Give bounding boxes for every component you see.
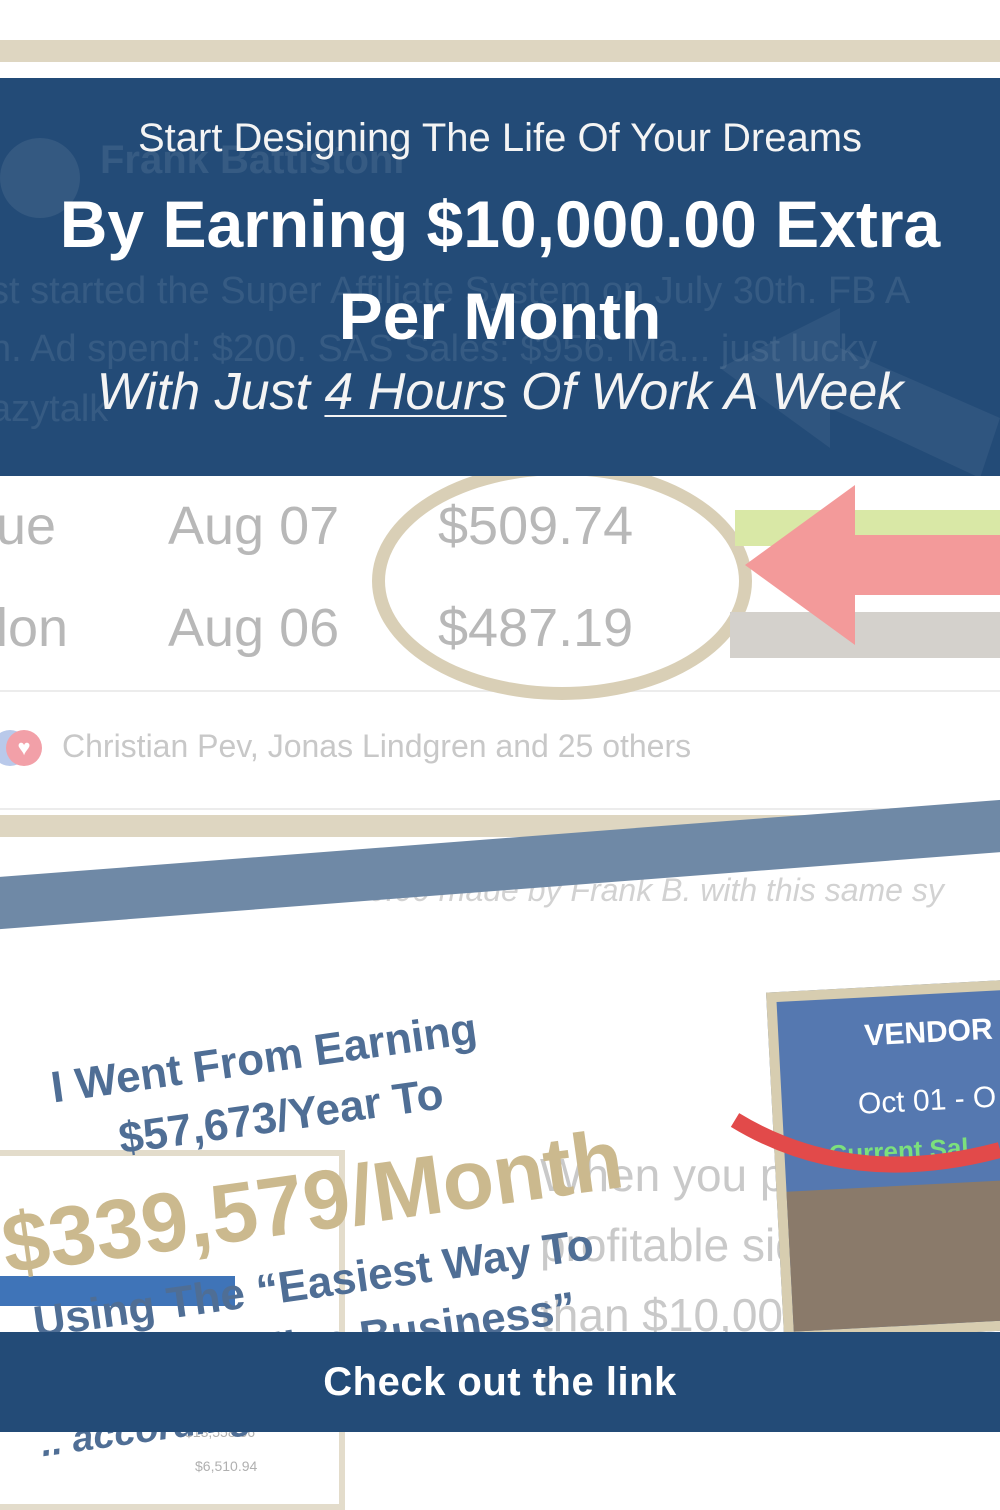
subline-after: Of Work A Week (506, 363, 904, 421)
cta-bar[interactable]: Check out the link (0, 1332, 1000, 1432)
hero-banner: Frank Battistoni st started the Super Af… (0, 78, 1000, 476)
banner-headline: By Earning $10,000.00 Extra Per Month (59, 187, 941, 353)
row-day: lon (0, 598, 69, 658)
table-cell: $6,510.94 (195, 1458, 258, 1474)
reactions-text: Christian Pev, Jonas Lindgren and 25 oth… (62, 728, 692, 764)
reaction-icons: ♥ (0, 730, 46, 768)
divider (0, 808, 1000, 810)
row-date: Aug 07 (168, 496, 340, 556)
red-swoosh-icon (730, 1113, 1000, 1173)
arrow-icon (745, 485, 1000, 645)
subline-underlined: 4 Hours (324, 363, 507, 421)
cta-label[interactable]: Check out the link (0, 1360, 1000, 1405)
row-day: ue (0, 496, 57, 556)
vendor-photo (786, 1178, 1000, 1332)
vendor-title: VENDOR (863, 1012, 994, 1053)
collage-headline: I Went From Earning $57,673/Year To $339… (0, 913, 693, 1465)
highlight-circle (372, 462, 752, 700)
row-date: Aug 06 (168, 598, 340, 658)
subline-before: With Just (96, 363, 325, 421)
heart-icon: ♥ (6, 730, 42, 766)
banner-kicker: Start Designing The Life Of Your Dreams (137, 116, 863, 160)
banner-subline: With Just 4 Hours Of Work A Week (0, 362, 1000, 422)
top-border (0, 40, 1000, 62)
